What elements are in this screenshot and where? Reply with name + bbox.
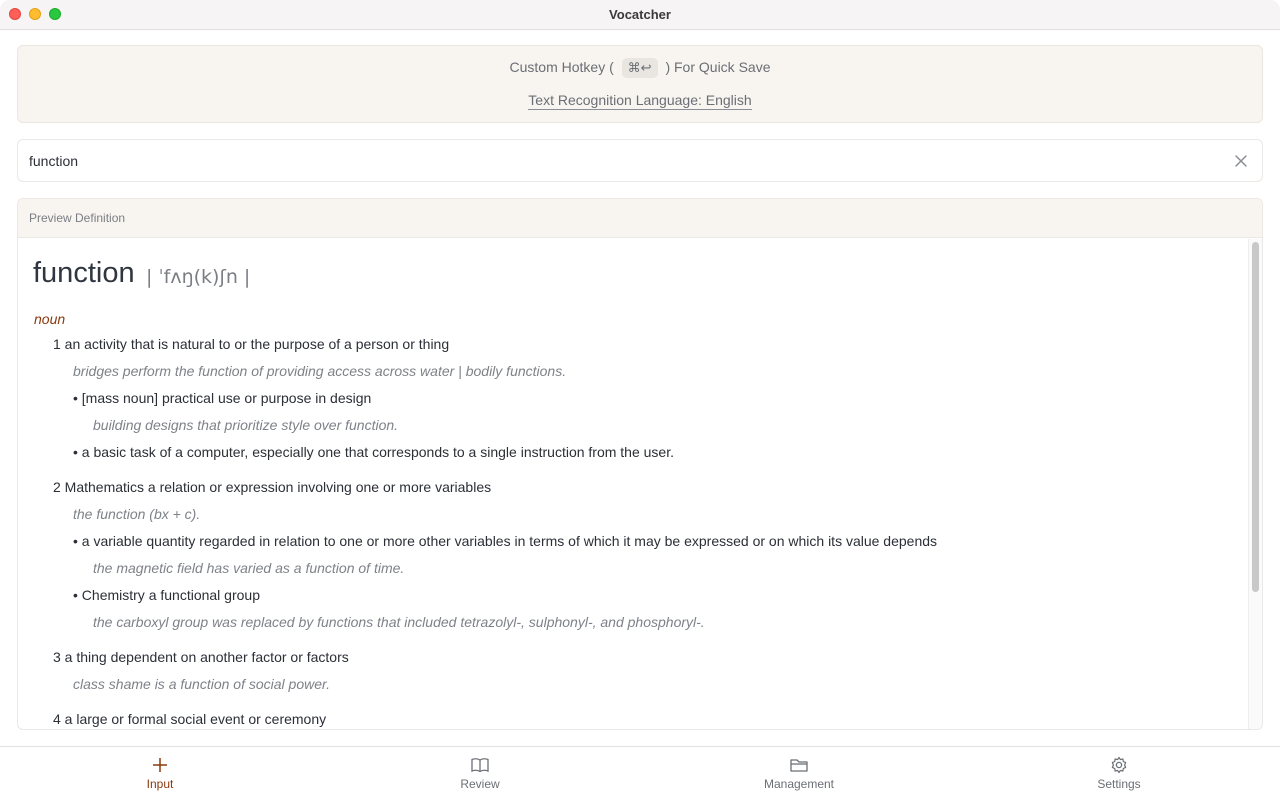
settings-banner: Custom Hotkey ( ⌘↩ ) For Quick Save Text…	[17, 45, 1263, 123]
hotkey-hint: Custom Hotkey ( ⌘↩ ) For Quick Save	[18, 58, 1262, 78]
window-title: Vocatcher	[609, 7, 671, 22]
clear-icon[interactable]	[1232, 152, 1250, 170]
gear-icon	[1111, 756, 1127, 774]
preview-header-label: Preview Definition	[29, 211, 126, 225]
bottom-tab-bar: Input Review Management Settings	[0, 746, 1280, 800]
subexample-line: the carboxyl group was replaced by funct…	[93, 614, 705, 630]
tab-review[interactable]: Review	[420, 747, 540, 800]
subsense-line: • [mass noun] practical use or purpose i…	[73, 390, 372, 406]
book-icon	[471, 758, 489, 773]
subexample-line: the magnetic field has varied as a funct…	[93, 560, 405, 576]
part-of-speech: noun	[34, 311, 66, 327]
tab-settings-label: Settings	[1097, 777, 1141, 791]
example-line: bridges perform the function of providin…	[73, 363, 567, 379]
preview-header: Preview Definition	[18, 199, 1262, 238]
tab-input-label: Input	[146, 777, 174, 791]
tab-input[interactable]: Input	[100, 747, 220, 800]
word-search-box	[17, 139, 1263, 182]
subsense-line: • Chemistry a functional group	[73, 587, 260, 603]
scrollbar-thumb[interactable]	[1252, 242, 1259, 592]
example-line: class shame is a function of social powe…	[73, 676, 331, 692]
hotkey-suffix: ) For Quick Save	[665, 59, 771, 75]
recognition-language-link[interactable]: Text Recognition Language: English	[528, 92, 752, 110]
sense-line: 4 a large or formal social event or cere…	[53, 711, 327, 727]
title-bar: Vocatcher	[0, 0, 1280, 30]
example-line: the function (bx + c).	[73, 506, 201, 522]
word-input[interactable]	[29, 150, 1209, 172]
app-window: Vocatcher Custom Hotkey ( ⌘↩ ) For Quick…	[0, 0, 1280, 800]
hotkey-prefix: Custom Hotkey (	[509, 59, 614, 75]
hotkey-key-badge[interactable]: ⌘↩	[621, 58, 658, 78]
subsense-line: • a basic task of a computer, especially…	[73, 444, 674, 460]
subsense-line: • a variable quantity regarded in relati…	[73, 533, 938, 549]
tab-management-label: Management	[763, 777, 835, 791]
tab-management[interactable]: Management	[739, 747, 859, 800]
tab-review-label: Review	[460, 777, 500, 791]
subexample-line: building designs that prioritize style o…	[93, 417, 399, 433]
recognition-language-row: Text Recognition Language: English	[18, 92, 1262, 110]
pronunciation: | ˈfʌŋ(k)ʃn |	[146, 266, 251, 288]
definition-content: function | ˈfʌŋ(k)ʃn | noun 1 an activit…	[18, 239, 1248, 729]
folder-icon	[790, 759, 808, 772]
preview-definition-panel: Preview Definition function | ˈfʌŋ(k)ʃn …	[17, 198, 1263, 730]
sense-line: 2 Mathematics a relation or expression i…	[53, 479, 492, 495]
headword: function	[33, 257, 135, 289]
plus-icon	[153, 758, 167, 772]
sense-line: 3 a thing dependent on another factor or…	[53, 649, 349, 665]
sense-line: 1 an activity that is natural to or the …	[53, 336, 450, 352]
tab-settings[interactable]: Settings	[1059, 747, 1179, 800]
